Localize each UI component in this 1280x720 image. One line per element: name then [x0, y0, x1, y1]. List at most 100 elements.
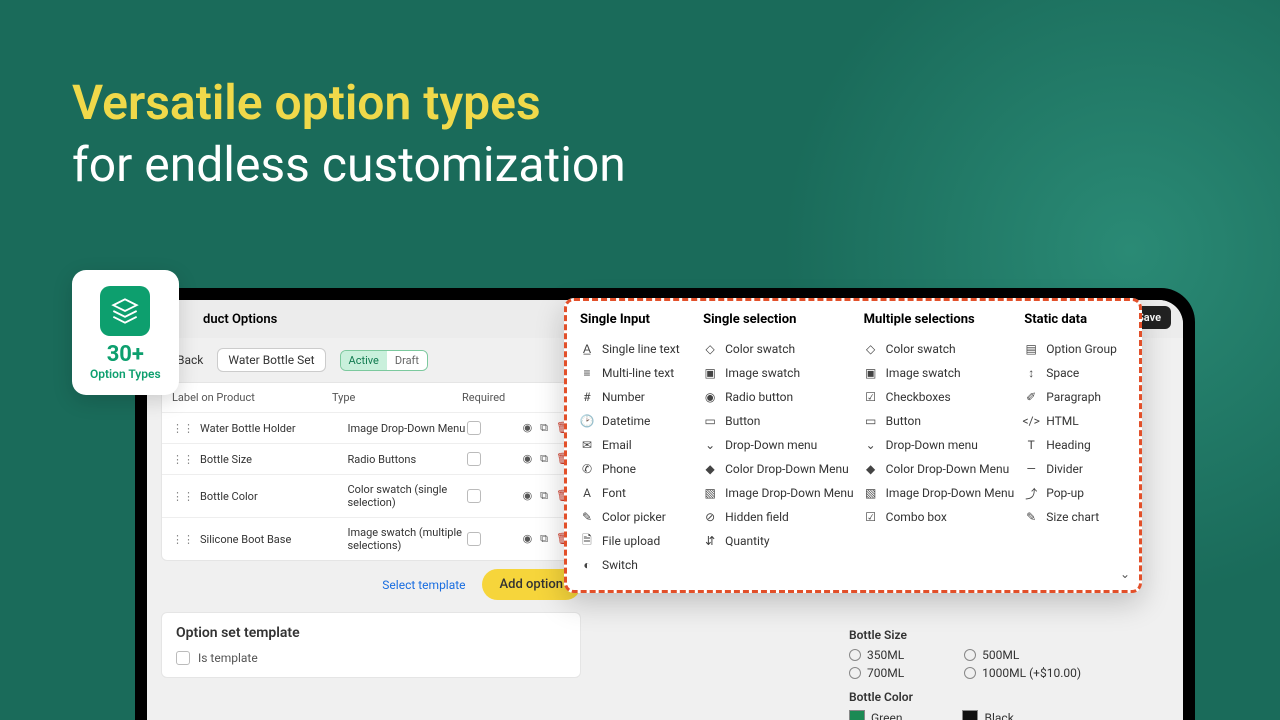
- option-type-label: Image swatch: [886, 366, 961, 380]
- popover-column-title: Multiple selections: [864, 312, 1015, 327]
- size-option[interactable]: 500ML: [964, 648, 1019, 662]
- table-row[interactable]: ⋮⋮ Bottle Color Color swatch (single sel…: [162, 475, 580, 518]
- clock-icon: 🕑: [580, 414, 594, 428]
- options-table: Label on Product Type Required ⋮⋮ Water …: [161, 382, 581, 561]
- table-row[interactable]: ⋮⋮ Silicone Boot Base Image swatch (mult…: [162, 518, 580, 560]
- option-type-item[interactable]: ⊘Hidden field: [703, 505, 854, 529]
- required-checkbox[interactable]: [467, 532, 481, 546]
- view-icon[interactable]: ◉: [523, 421, 533, 435]
- hash-icon: #: [580, 390, 594, 404]
- option-type-label: Quantity: [725, 534, 769, 548]
- size-option[interactable]: 700ML: [849, 666, 904, 680]
- text-icon: A̲: [580, 342, 594, 356]
- size-option[interactable]: 350ML: [849, 648, 904, 662]
- check-icon: ☑: [864, 390, 878, 404]
- option-set-name[interactable]: Water Bottle Set: [217, 348, 325, 372]
- status-draft[interactable]: Draft: [387, 351, 427, 370]
- drag-handle-icon[interactable]: ⋮⋮: [172, 490, 194, 503]
- drag-handle-icon[interactable]: ⋮⋮: [172, 533, 194, 546]
- option-type-item[interactable]: ⌄ Drop-Down menu: [864, 433, 1015, 457]
- option-type-item[interactable]: ✎Size chart: [1024, 505, 1126, 529]
- template-card-title: Option set template: [176, 625, 566, 641]
- option-type-item[interactable]: ◆Color Drop-Down Menu: [864, 457, 1015, 481]
- option-type-item[interactable]: ▭Button: [864, 409, 1015, 433]
- required-checkbox[interactable]: [467, 421, 481, 435]
- option-type-label: Color picker: [602, 510, 666, 524]
- idrop-icon: ▧: [703, 486, 717, 500]
- option-type-item[interactable]: ✉Email: [580, 433, 693, 457]
- bottle-size-title: Bottle Size: [849, 628, 1169, 642]
- size-icon: ✎: [1024, 510, 1038, 524]
- option-type-item[interactable]: ▣Image swatch: [703, 361, 854, 385]
- table-row[interactable]: ⋮⋮ Bottle Size Radio Buttons ◉⧉🗑: [162, 444, 580, 475]
- view-icon[interactable]: ◉: [523, 452, 533, 466]
- drag-handle-icon[interactable]: ⋮⋮: [172, 453, 194, 466]
- option-type-item[interactable]: ✐Paragraph: [1024, 385, 1126, 409]
- option-type-label: Checkboxes: [886, 390, 951, 404]
- row-label: Bottle Size: [200, 453, 347, 466]
- popover-column: Single InputA̲Single line text≡Multi-lin…: [580, 312, 693, 577]
- option-type-label: File upload: [602, 534, 660, 548]
- option-type-item[interactable]: ▤Option Group: [1024, 337, 1126, 361]
- option-type-item[interactable]: ☑ Checkboxes: [864, 385, 1015, 409]
- is-template-label: Is template: [198, 651, 258, 665]
- drag-handle-icon[interactable]: ⋮⋮: [172, 422, 194, 435]
- option-type-item[interactable]: ≡Multi-line text: [580, 361, 693, 385]
- option-type-item[interactable]: ▣Image swatch: [864, 361, 1015, 385]
- required-checkbox[interactable]: [467, 452, 481, 466]
- option-type-item[interactable]: 🕑Datetime: [580, 409, 693, 433]
- option-type-item[interactable]: ◐Switch: [580, 553, 693, 577]
- copy-icon[interactable]: ⧉: [540, 489, 548, 503]
- option-type-item[interactable]: —Divider: [1024, 457, 1126, 481]
- option-type-item[interactable]: A̲ Single line text: [580, 337, 693, 361]
- option-type-item[interactable]: ▧Image Drop-Down Menu: [703, 481, 854, 505]
- option-type-label: Option Group: [1046, 342, 1117, 356]
- swatch-icon: ◇: [864, 342, 878, 356]
- lines-icon: ≡: [580, 366, 594, 380]
- option-type-item[interactable]: </>HTML: [1024, 409, 1126, 433]
- status-active[interactable]: Active: [341, 351, 387, 370]
- color-option[interactable]: Black: [962, 710, 1013, 720]
- copy-icon[interactable]: ⧉: [540, 421, 548, 435]
- view-icon[interactable]: ◉: [523, 532, 533, 546]
- size-option[interactable]: 1000ML (+$10.00): [964, 666, 1081, 680]
- copy-icon[interactable]: ⧉: [540, 532, 548, 546]
- option-type-item[interactable]: # Number: [580, 385, 693, 409]
- is-template-checkbox[interactable]: [176, 651, 190, 665]
- color-option[interactable]: Green: [849, 710, 902, 720]
- chev-icon: ⌄: [703, 438, 717, 452]
- option-type-item[interactable]: THeading: [1024, 433, 1126, 457]
- option-type-item[interactable]: ▧Image Drop-Down Menu: [864, 481, 1015, 505]
- option-type-item[interactable]: ⌄Drop-Down menu: [703, 433, 854, 457]
- option-type-item[interactable]: ✎Color picker: [580, 505, 693, 529]
- status-toggle[interactable]: Active Draft: [340, 350, 428, 371]
- option-type-item[interactable]: ◆Color Drop-Down Menu: [703, 457, 854, 481]
- option-type-item[interactable]: 🗎File upload: [580, 529, 693, 553]
- option-type-label: Number: [602, 390, 645, 404]
- option-type-label: Image Drop-Down Menu: [886, 486, 1015, 500]
- option-type-item[interactable]: AFont: [580, 481, 693, 505]
- option-type-item[interactable]: ◉Radio button: [703, 385, 854, 409]
- option-type-item[interactable]: ⇵Quantity: [703, 529, 854, 553]
- table-header: Label on Product Type Required: [162, 383, 580, 413]
- option-type-item[interactable]: ◇Color swatch: [864, 337, 1015, 361]
- th-label: Label on Product: [172, 391, 332, 404]
- is-template-row[interactable]: Is template: [176, 651, 566, 665]
- option-type-item[interactable]: ↕Space: [1024, 361, 1126, 385]
- option-type-item[interactable]: ✆Phone: [580, 457, 693, 481]
- option-type-item[interactable]: ◇Color swatch: [703, 337, 854, 361]
- option-type-label: Email: [602, 438, 632, 452]
- copy-icon[interactable]: ⧉: [540, 452, 548, 466]
- select-template-link[interactable]: Select template: [382, 578, 465, 592]
- btn-icon: ▭: [864, 414, 878, 428]
- chevron-down-icon[interactable]: ⌄: [1120, 567, 1130, 581]
- option-type-label: Single line text: [602, 342, 680, 356]
- table-row[interactable]: ⋮⋮ Water Bottle Holder Image Drop-Down M…: [162, 413, 580, 444]
- option-type-label: Drop-Down menu: [886, 438, 978, 452]
- option-type-item[interactable]: ⤴Pop-up: [1024, 481, 1126, 505]
- required-checkbox[interactable]: [467, 489, 481, 503]
- view-icon[interactable]: ◉: [523, 489, 533, 503]
- option-type-item[interactable]: ▭Button: [703, 409, 854, 433]
- chev-icon: ⌄: [864, 438, 878, 452]
- option-type-item[interactable]: ☑Combo box: [864, 505, 1015, 529]
